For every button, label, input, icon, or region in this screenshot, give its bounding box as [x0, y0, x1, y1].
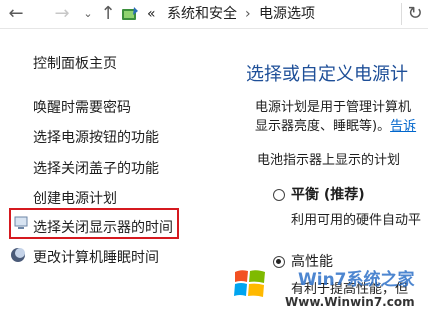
breadcrumb-overflow[interactable]: «	[147, 6, 156, 22]
balanced-plan-description: 利用可用的硬件自动平	[291, 213, 422, 228]
high-performance-plan-radio[interactable]	[273, 256, 285, 268]
battery-plan-heading: 电池指示器上显示的计划	[257, 153, 401, 168]
forward-arrow-icon[interactable]: →	[52, 4, 72, 24]
refresh-icon[interactable]: ↻	[405, 4, 425, 24]
description-text: 显示器亮度、睡眠等)。	[255, 119, 391, 134]
breadcrumb-power-options[interactable]: 电源选项	[259, 6, 315, 22]
sleep-moon-icon	[10, 247, 26, 263]
sidebar-item-power-button[interactable]: 选择电源按钮的功能	[33, 129, 159, 147]
breadcrumb-separator-icon[interactable]: ›	[245, 6, 251, 22]
address-bar-divider	[401, 3, 402, 25]
page-title: 选择或自定义电源计	[246, 64, 408, 85]
sidebar-item-sleep-time[interactable]: 更改计算机睡眠时间	[33, 249, 159, 267]
recent-locations-chevron-icon[interactable]: ⌄	[78, 4, 98, 24]
up-arrow-icon[interactable]: ↑	[98, 4, 118, 24]
sidebar-item-wake-password[interactable]: 唤醒时需要密码	[33, 99, 131, 117]
watermark-text: Win7系统之家	[298, 270, 415, 290]
description-line-2: 显示器亮度、睡眠等)。告诉	[255, 119, 416, 135]
watermark-url: Www.Winwin7.com	[285, 295, 415, 309]
sidebar-item-create-plan[interactable]: 创建电源计划	[33, 190, 117, 208]
balanced-plan-radio[interactable]	[273, 189, 285, 201]
sidebar-item-close-lid[interactable]: 选择关闭盖子的功能	[33, 160, 159, 178]
balanced-plan-name[interactable]: 平衡 (推荐)	[291, 186, 365, 204]
back-arrow-icon[interactable]: ←	[6, 4, 26, 24]
display-shield-icon	[13, 215, 29, 231]
sidebar-item-control-panel-home[interactable]: 控制面板主页	[33, 55, 117, 73]
control-panel-icon	[121, 6, 139, 22]
breadcrumb-system-security[interactable]: 系统和安全	[167, 6, 237, 22]
sidebar-item-display-off-time[interactable]: 选择关闭显示器的时间	[33, 219, 173, 237]
windows-logo-watermark	[232, 266, 268, 302]
tell-me-more-link[interactable]: 告诉	[390, 119, 416, 134]
high-performance-plan-name[interactable]: 高性能	[291, 253, 333, 271]
description-line-1: 电源计划是用于管理计算机	[255, 100, 412, 115]
